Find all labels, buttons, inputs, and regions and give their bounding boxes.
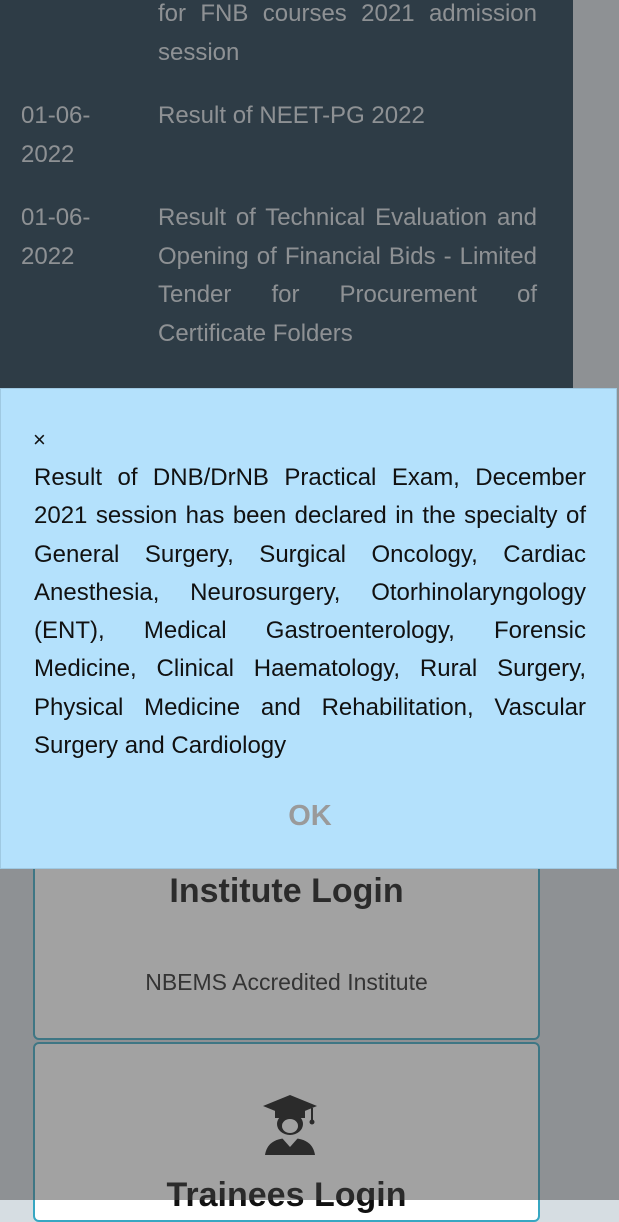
announcement-message: Result of DNB/DrNB Practical Exam, Decem… — [34, 464, 586, 760]
ok-button[interactable]: OK — [270, 795, 350, 835]
close-icon[interactable]: × — [33, 428, 46, 452]
